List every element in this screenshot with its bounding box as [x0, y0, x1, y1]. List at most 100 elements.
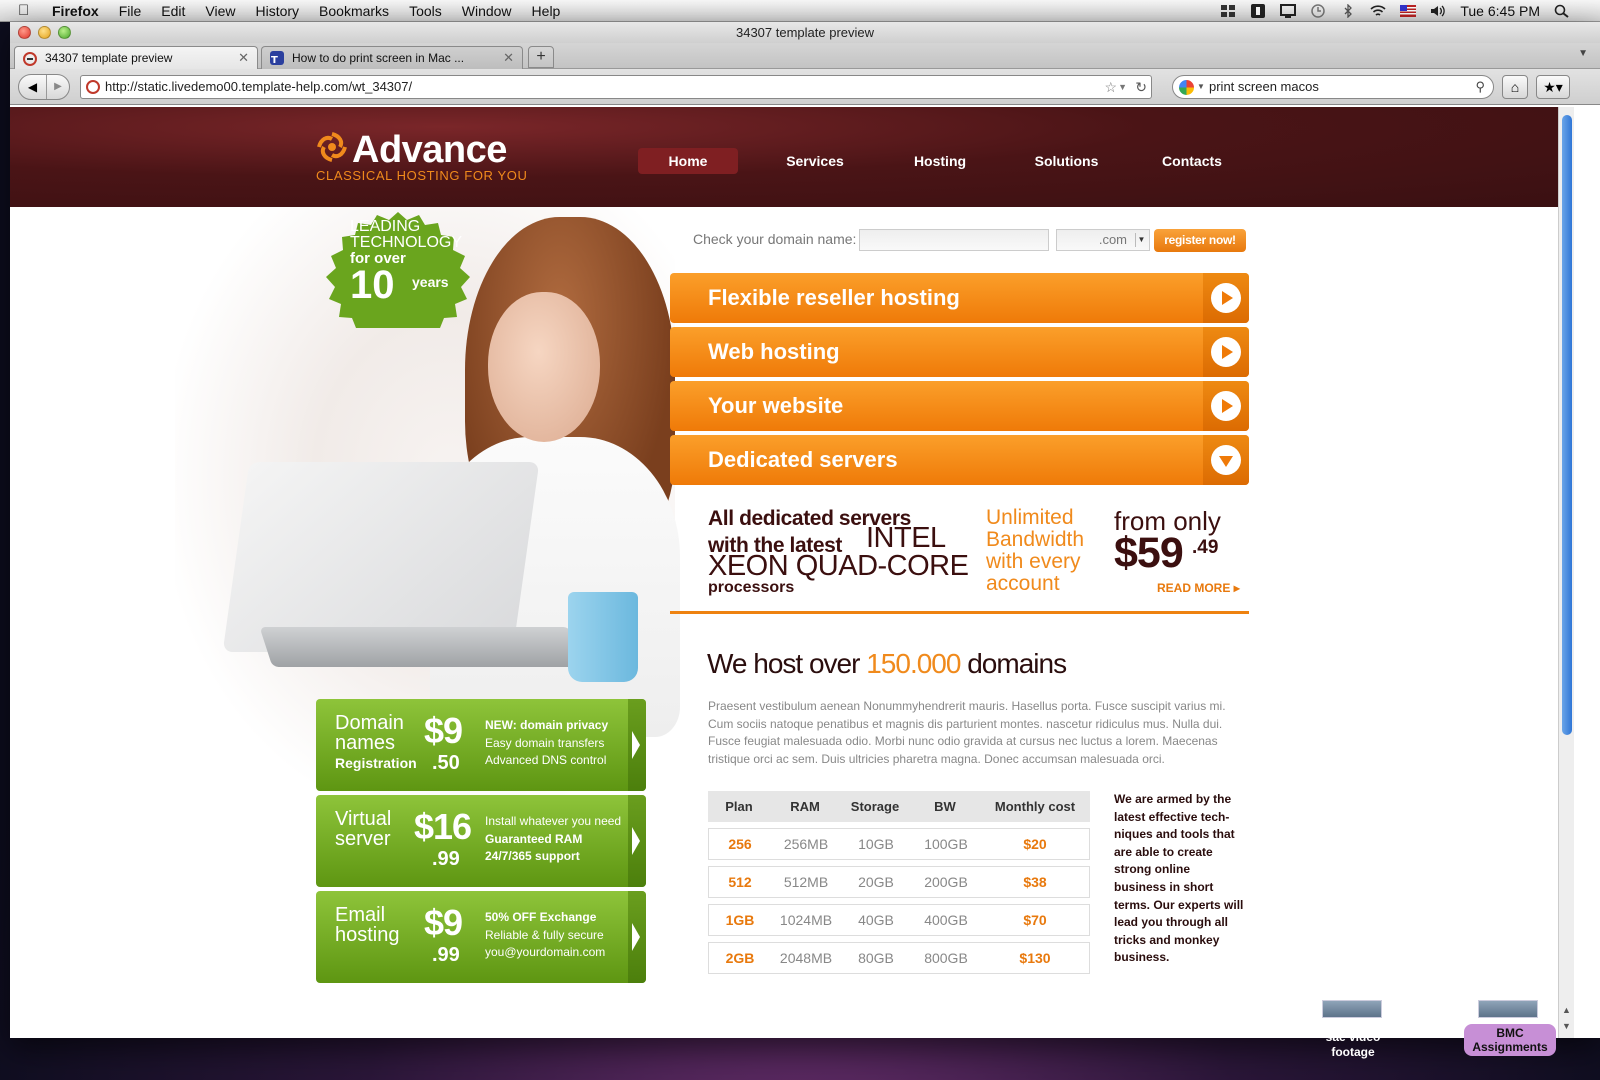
register-now-button[interactable]: register now! [1154, 229, 1246, 252]
desktop-folder-icon[interactable] [1322, 1000, 1382, 1018]
close-tab-icon[interactable]: ✕ [503, 47, 514, 69]
scroll-up-icon[interactable]: ▲ [1562, 1005, 1571, 1015]
menubar-clock[interactable]: Tue 6:45 PM [1460, 3, 1540, 19]
table-row[interactable]: 256 256MB 10GB 100GB $20 [708, 828, 1090, 860]
accordion-your-website[interactable]: Your website [670, 381, 1249, 431]
volume-icon[interactable] [1430, 4, 1446, 18]
promo-virtual-server[interactable]: Virtual server $16 .99 Install whatever … [316, 795, 646, 887]
tab-template-preview[interactable]: 34307 template preview ✕ [14, 46, 258, 69]
bookmark-star-icon[interactable]: ☆ [1104, 76, 1117, 98]
url-history-dropdown-icon[interactable]: ▼ [1118, 76, 1127, 98]
back-button[interactable]: ◀ [19, 75, 47, 99]
desktop-folder-icon[interactable] [1478, 1000, 1538, 1018]
unlimited-bandwidth-text: Unlimited Bandwidth with every account [986, 506, 1085, 595]
window-titlebar[interactable]: 34307 template preview [10, 22, 1600, 43]
menu-file[interactable]: File [119, 3, 142, 19]
menu-help[interactable]: Help [532, 3, 561, 19]
promo-arrow-icon[interactable] [628, 891, 646, 983]
expand-arrow-icon[interactable] [1203, 381, 1249, 431]
close-window-button[interactable] [18, 26, 31, 39]
cell-plan: 256 [728, 836, 752, 852]
site-logo[interactable]: Advance [352, 129, 507, 172]
domain-name-input[interactable] [859, 229, 1049, 251]
back-forward-group: ◀ ▶ [18, 74, 70, 100]
tld-select[interactable]: .com ▼ [1056, 229, 1150, 251]
advance-logo-icon[interactable] [316, 131, 348, 163]
template-favicon-icon [23, 51, 37, 66]
tab-print-screen-howto[interactable]: T How to do print screen in Mac ... ✕ [261, 46, 523, 69]
zoom-window-button[interactable] [58, 26, 71, 39]
engine-dropdown-icon[interactable]: ▼ [1197, 76, 1205, 98]
search-icon[interactable]: ⚲ [1475, 76, 1485, 98]
minimize-window-button[interactable] [38, 26, 51, 39]
collapse-arrow-icon[interactable] [1203, 435, 1249, 485]
new-tab-button[interactable]: + [528, 46, 554, 68]
scroll-down-icon[interactable]: ▼ [1562, 1021, 1571, 1031]
expand-arrow-icon[interactable] [1203, 273, 1249, 323]
read-more-label: READ MORE [1157, 581, 1231, 595]
promo-arrow-icon[interactable] [628, 699, 646, 791]
nav-services[interactable]: Services [770, 148, 860, 174]
dedicated-price: $59 [1114, 529, 1184, 577]
table-row[interactable]: 2GB 2048MB 80GB 800GB $130 [708, 942, 1090, 974]
desktop-item-bmc-assignments[interactable]: BMC Assignments [1464, 1024, 1556, 1056]
nav-solutions[interactable]: Solutions [1024, 148, 1109, 174]
dropbox-icon[interactable] [1220, 4, 1236, 18]
apple-icon[interactable]:  [18, 2, 38, 19]
promo-feature: 50% OFF Exchange [485, 910, 597, 924]
promo-domain-names[interactable]: Domain names Registration $9 .50 NEW: do… [316, 699, 646, 791]
page-scrollbar[interactable]: ▲ ▼ [1558, 107, 1574, 1038]
col-header-plan: Plan [725, 799, 753, 814]
accordion-label: Dedicated servers [708, 447, 898, 472]
expand-arrow-icon[interactable] [1203, 327, 1249, 377]
promo-price: $16 [414, 806, 472, 847]
nav-home[interactable]: Home [638, 148, 738, 174]
promo-arrow-icon[interactable] [628, 795, 646, 887]
badge-text: LEADING TECHNOLOGY for over 10 years [350, 218, 462, 306]
promo-features: 50% OFF Exchange Reliable & fully secure… [485, 909, 605, 962]
site-tagline: CLASSICAL HOSTING FOR YOU [316, 168, 528, 183]
time-machine-icon[interactable] [1310, 3, 1326, 18]
reload-icon[interactable]: ↻ [1135, 76, 1147, 98]
col-header-ram: RAM [790, 799, 820, 814]
menu-edit[interactable]: Edit [161, 3, 185, 19]
read-more-link[interactable]: READ MORE ▸ [1157, 581, 1240, 595]
accordion-reseller-hosting[interactable]: Flexible reseller hosting [670, 273, 1249, 323]
scrollbar-thumb[interactable] [1562, 115, 1572, 735]
address-bar[interactable]: http://static.livedemo00.template-help.c… [80, 75, 1152, 99]
forward-button[interactable]: ▶ [47, 75, 69, 99]
badge-line1: LEADING [350, 218, 421, 235]
tab-list-chevron-icon[interactable]: ▼ [1578, 48, 1588, 59]
svg-text:T: T [271, 55, 278, 66]
home-button[interactable]: ⌂ [1502, 75, 1528, 99]
table-row[interactable]: 1GB 1024MB 40GB 400GB $70 [708, 904, 1090, 936]
google-engine-icon[interactable] [1179, 80, 1194, 95]
promo-email-hosting[interactable]: Email hosting $9 .99 50% OFF Exchange Re… [316, 891, 646, 983]
bookmarks-menu-button[interactable]: ★▾ [1536, 75, 1570, 99]
us-flag-icon[interactable] [1400, 4, 1417, 18]
promo-name-line1: Domain [335, 712, 404, 734]
menu-tools[interactable]: Tools [409, 3, 442, 19]
cell-plan: 512 [728, 874, 752, 890]
nav-hosting[interactable]: Hosting [900, 148, 980, 174]
promo-name: Email hosting [335, 905, 400, 945]
spotlight-icon[interactable] [1554, 4, 1570, 18]
table-row[interactable]: 512 512MB 20GB 200GB $38 [708, 866, 1090, 898]
search-bar[interactable]: ▼ print screen macos ⚲ [1172, 75, 1494, 99]
wifi-icon[interactable] [1370, 4, 1386, 18]
menu-window[interactable]: Window [462, 3, 512, 19]
menu-bookmarks[interactable]: Bookmarks [319, 3, 389, 19]
cell-ram: 256MB [783, 836, 829, 852]
close-tab-icon[interactable]: ✕ [238, 47, 249, 69]
site-identity-icon[interactable] [86, 80, 100, 94]
bluetooth-icon[interactable] [1340, 2, 1356, 19]
app-status-icon[interactable] [1250, 3, 1266, 18]
accordion-dedicated-servers[interactable]: Dedicated servers [670, 435, 1249, 485]
menu-view[interactable]: View [205, 3, 235, 19]
desktop-item-sae-video[interactable]: sae video footage [1308, 1030, 1398, 1060]
menu-history[interactable]: History [255, 3, 299, 19]
nav-contacts[interactable]: Contacts [1152, 148, 1232, 174]
menu-app-name[interactable]: Firefox [52, 3, 99, 19]
accordion-web-hosting[interactable]: Web hosting [670, 327, 1249, 377]
display-icon[interactable] [1280, 3, 1297, 18]
